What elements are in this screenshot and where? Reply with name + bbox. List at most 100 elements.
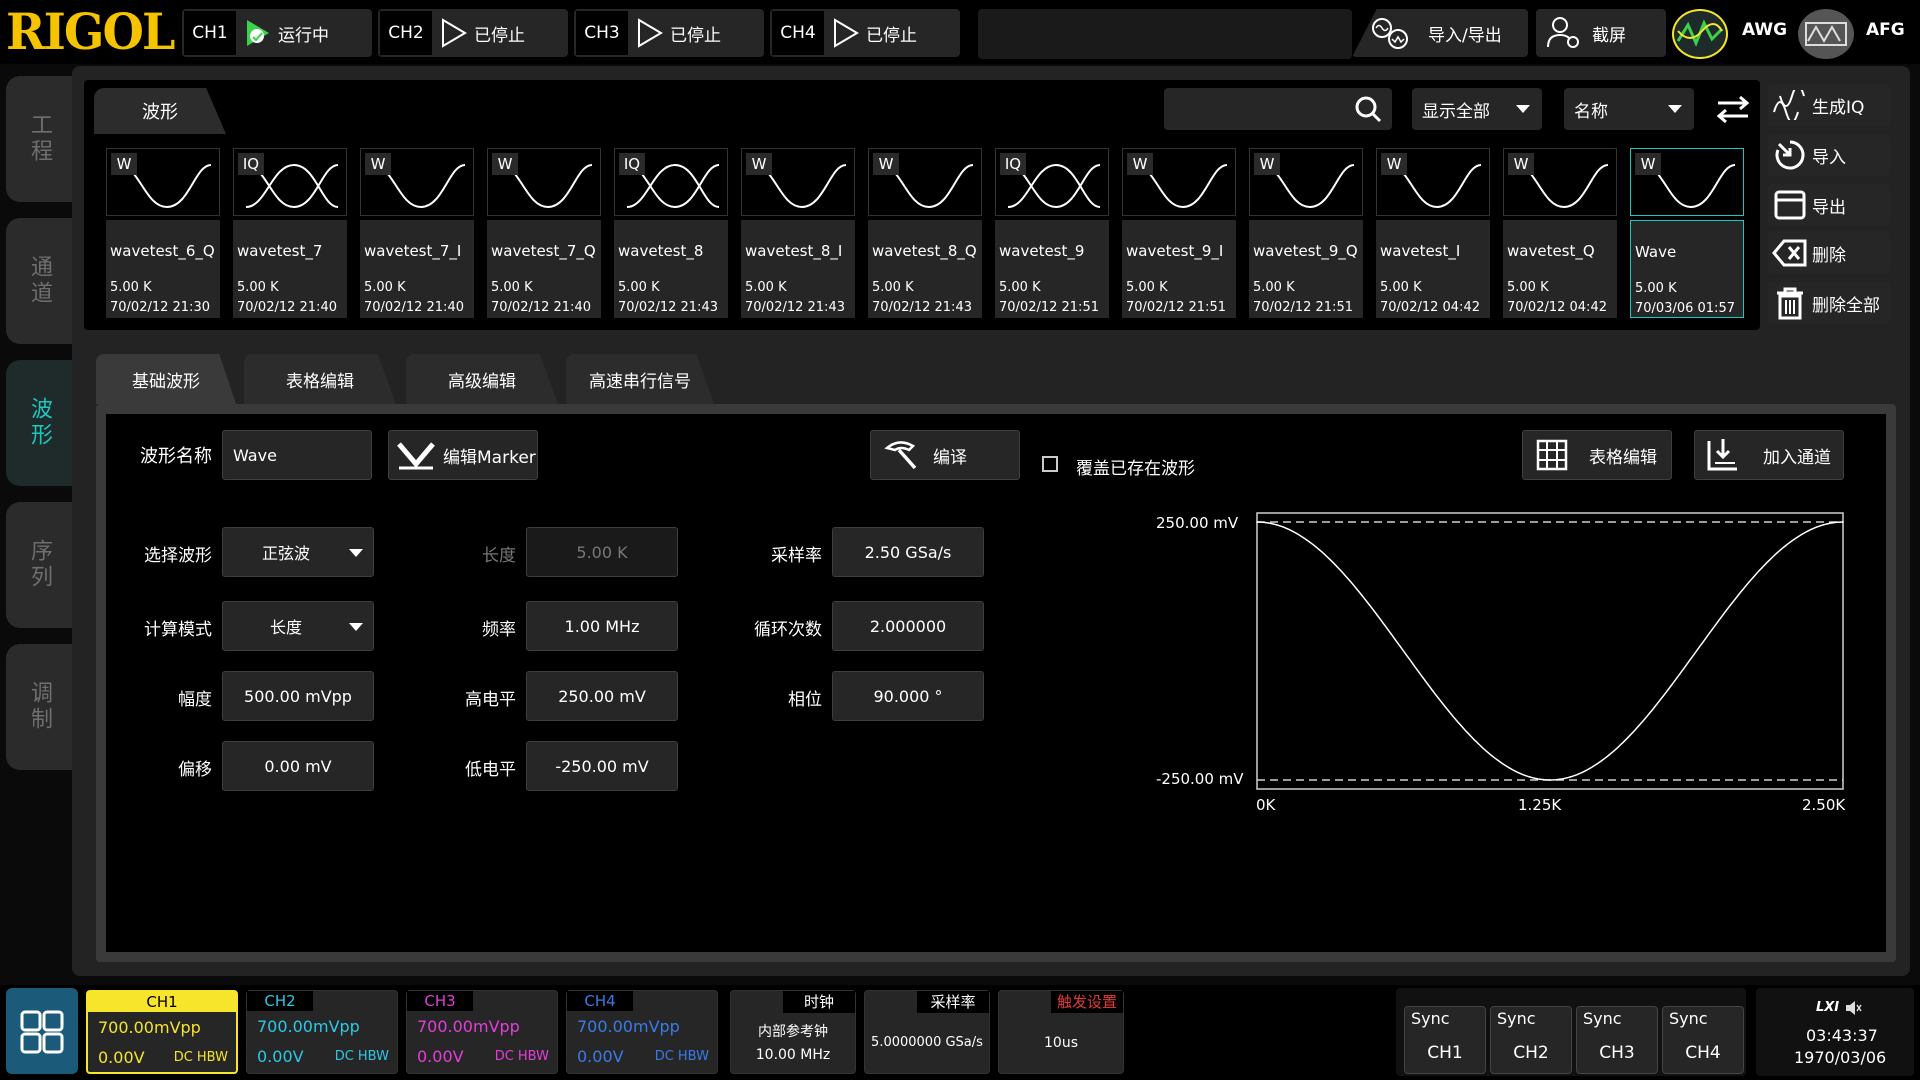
channel-info-ch1[interactable]: CH1 700.00mVpp 0.00V DC HBW <box>86 990 238 1074</box>
waveform-thumbnail: W <box>1249 148 1363 216</box>
delete-button[interactable]: 删除 <box>1768 232 1890 274</box>
home-button[interactable] <box>6 988 78 1074</box>
table-edit-button[interactable]: 表格编辑 <box>1522 430 1672 480</box>
search-input[interactable] <box>1164 88 1392 130</box>
waveform-name: wavetest_I <box>1380 242 1461 260</box>
waveform-card[interactable]: Wwavetest_Q 5.00 K 70/02/12 04:42 <box>1503 148 1617 318</box>
offset-input[interactable]: 0.00 mV <box>222 741 374 791</box>
overwrite-checkbox[interactable] <box>1042 456 1058 472</box>
waveform-type-tag: W <box>1635 153 1661 175</box>
wave-select-dropdown[interactable]: 正弦波 <box>222 527 374 577</box>
tab-basic-waveform[interactable]: 基础波形 <box>96 354 236 404</box>
channel-status-ch3[interactable]: CH3 已停止 <box>574 9 764 57</box>
waveform-card[interactable]: IQ wavetest_7 5.00 K 70/02/12 21:40 <box>233 148 347 318</box>
waveform-card[interactable]: Wwavetest_8_I 5.00 K 70/02/12 21:43 <box>741 148 855 318</box>
waveform-card[interactable]: Wwavetest_I 5.00 K 70/02/12 04:42 <box>1376 148 1490 318</box>
channel-status-ch4[interactable]: CH4 已停止 <box>770 9 960 57</box>
sync-label: Sync <box>1497 1009 1536 1028</box>
waveform-info: wavetest_7 5.00 K 70/02/12 21:40 <box>233 220 347 318</box>
waveform-size: 5.00 K <box>110 280 152 295</box>
speaker-muted-icon[interactable] <box>1844 1000 1862 1016</box>
waveform-name: wavetest_8_Q <box>872 242 977 260</box>
waveform-card[interactable]: Wwavetest_7_Q 5.00 K 70/02/12 21:40 <box>487 148 601 318</box>
trigger-value: 10us <box>1044 1035 1078 1051</box>
sample-rate-panel[interactable]: 采样率 5.0000000 GSa/s <box>864 990 990 1074</box>
waveform-card[interactable]: W Wave 5.00 K 70/03/06 01:57 <box>1630 148 1744 318</box>
sync-ch3[interactable]: Sync CH3 <box>1576 1006 1658 1074</box>
channel-status-ch2[interactable]: CH2 已停止 <box>378 9 568 57</box>
waveform-name: wavetest_8 <box>618 242 704 260</box>
length-label: 长度 <box>482 546 516 566</box>
waveform-card[interactable]: Wwavetest_7_I 5.00 K 70/02/12 21:40 <box>360 148 474 318</box>
awg-mode-button[interactable] <box>1672 9 1728 59</box>
sync-ch1[interactable]: Sync CH1 <box>1404 1006 1486 1074</box>
export-button[interactable]: 导出 <box>1768 184 1890 226</box>
import-label: 导入 <box>1812 147 1846 168</box>
waveform-size: 5.00 K <box>1380 280 1422 295</box>
waveform-thumbnail: W <box>741 148 855 216</box>
sync-label: Sync <box>1669 1009 1708 1028</box>
tab-table-edit[interactable]: 表格编辑 <box>244 354 396 404</box>
sync-ch2[interactable]: Sync CH2 <box>1490 1006 1572 1074</box>
edit-marker-button[interactable]: 编辑Marker <box>388 430 538 480</box>
tab-project[interactable]: 工程 <box>6 76 72 202</box>
waveform-size: 5.00 K <box>491 280 533 295</box>
waveform-size: 5.00 K <box>999 280 1041 295</box>
channel-info-offset: 0.00V <box>577 1047 624 1066</box>
waveform-size: 5.00 K <box>618 280 660 295</box>
calc-mode-dropdown[interactable]: 长度 <box>222 601 374 651</box>
channel-status-ch1[interactable]: CH1 运行中 <box>182 9 372 57</box>
plot-frame <box>1256 512 1844 790</box>
tab-channel[interactable]: 通道 <box>6 218 72 344</box>
waveform-card[interactable]: IQ wavetest_8 5.00 K 70/02/12 21:43 <box>614 148 728 318</box>
delete-all-button[interactable]: 删除全部 <box>1768 282 1890 324</box>
channel-info-ch3[interactable]: CH3 700.00mVpp 0.00V DC HBW <box>406 990 558 1074</box>
waveform-name-input[interactable]: Wave <box>222 430 372 480</box>
channel-info-ch4[interactable]: CH4 700.00mVpp 0.00V DC HBW <box>566 990 718 1074</box>
tab-high-speed-serial[interactable]: 高速串行信号 <box>566 354 714 404</box>
add-to-channel-label: 加入通道 <box>1763 447 1831 468</box>
offset-label: 偏移 <box>178 760 212 780</box>
waveform-date: 70/02/12 04:42 <box>1507 300 1607 315</box>
tab-waveform[interactable]: 波形 <box>6 360 72 486</box>
waveform-type-tag: W <box>1508 153 1534 175</box>
waveform-card[interactable]: Wwavetest_9_Q 5.00 K 70/02/12 21:51 <box>1249 148 1363 318</box>
amplitude-input[interactable]: 500.00 mVpp <box>222 671 374 721</box>
generate-iq-button[interactable]: 生成IQ <box>1768 84 1890 126</box>
tab-modulation[interactable]: 调制 <box>6 644 72 770</box>
import-export-button[interactable]: 导入/导出 <box>1352 9 1528 57</box>
swap-order-button[interactable] <box>1712 88 1754 130</box>
import-button[interactable]: 导入 <box>1768 134 1890 176</box>
low-level-input[interactable]: -250.00 mV <box>526 741 678 791</box>
library-tab-waveform[interactable]: 波形 <box>94 88 226 134</box>
waveform-info: Wave 5.00 K 70/03/06 01:57 <box>1630 220 1744 318</box>
sync-ch4[interactable]: Sync CH4 <box>1662 1006 1744 1074</box>
trigger-panel[interactable]: 触发设置 10us <box>998 990 1124 1074</box>
filter-dropdown[interactable]: 显示全部 <box>1412 88 1542 130</box>
waveform-card[interactable]: IQ wavetest_9 5.00 K 70/02/12 21:51 <box>995 148 1109 318</box>
frequency-input[interactable]: 1.00 MHz <box>526 601 678 651</box>
compile-button[interactable]: 编译 <box>870 430 1020 480</box>
system-time: 03:43:37 <box>1806 1026 1878 1045</box>
afg-mode-button[interactable] <box>1798 9 1854 59</box>
cycles-input[interactable]: 2.000000 <box>832 601 984 651</box>
sort-dropdown[interactable]: 名称 <box>1564 88 1694 130</box>
add-to-channel-button[interactable]: 加入通道 <box>1694 430 1844 480</box>
clock-panel[interactable]: 时钟 内部参考钟 10.00 MHz <box>730 990 856 1074</box>
waveform-size: 5.00 K <box>1253 280 1295 295</box>
phase-input[interactable]: 90.000 ° <box>832 671 984 721</box>
plot-y-max-label: 250.00 mV <box>1156 514 1239 532</box>
channel-info-amplitude: 700.00mVpp <box>577 1017 680 1036</box>
tab-sequence[interactable]: 序列 <box>6 502 72 628</box>
channel-info-amplitude: 700.00mVpp <box>98 1018 201 1037</box>
waveform-size: 5.00 K <box>1635 281 1677 296</box>
screenshot-button[interactable]: 截屏 <box>1536 9 1666 57</box>
waveform-preview-plot <box>1256 512 1844 790</box>
high-level-input[interactable]: 250.00 mV <box>526 671 678 721</box>
waveform-card[interactable]: Wwavetest_9_I 5.00 K 70/02/12 21:51 <box>1122 148 1236 318</box>
waveform-card[interactable]: Wwavetest_6_Q 5.00 K 70/02/12 21:30 <box>106 148 220 318</box>
waveform-card[interactable]: Wwavetest_8_Q 5.00 K 70/02/12 21:43 <box>868 148 982 318</box>
sample-rate-input[interactable]: 2.50 GSa/s <box>832 527 984 577</box>
tab-advanced-edit[interactable]: 高级编辑 <box>406 354 558 404</box>
channel-info-ch2[interactable]: CH2 700.00mVpp 0.00V DC HBW <box>246 990 398 1074</box>
